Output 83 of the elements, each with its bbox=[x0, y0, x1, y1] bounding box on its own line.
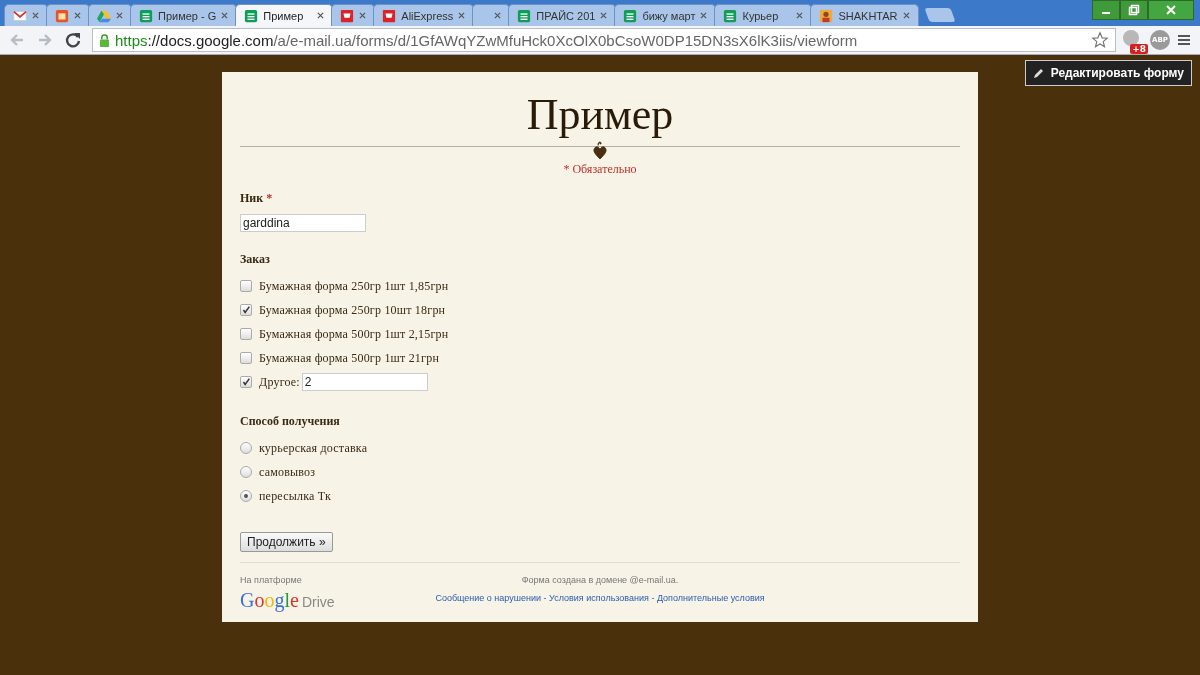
option-label: Другое: bbox=[259, 374, 300, 390]
sheet-icon bbox=[517, 8, 532, 23]
domain-note: Форма создана в домене @e-mail.ua. bbox=[521, 575, 679, 585]
form-title: Пример bbox=[525, 90, 675, 140]
close-icon[interactable] bbox=[317, 12, 325, 19]
browser-tab[interactable]: Курьер bbox=[714, 4, 813, 26]
pencil-icon bbox=[1032, 67, 1045, 79]
drive-label: Drive bbox=[301, 594, 335, 610]
other-input-field[interactable]: 2 bbox=[301, 373, 428, 391]
star-icon[interactable] bbox=[1091, 31, 1109, 49]
close-icon[interactable] bbox=[902, 12, 910, 19]
maximize-button[interactable] bbox=[1120, 0, 1148, 20]
sheet-icon bbox=[623, 8, 638, 23]
image-icon bbox=[819, 8, 834, 23]
close-icon[interactable] bbox=[116, 12, 123, 19]
question-label: Способ получения bbox=[240, 414, 341, 429]
reload-icon[interactable] bbox=[64, 31, 82, 49]
close-icon[interactable] bbox=[796, 12, 804, 19]
footer-link[interactable]: Дополнительные условия bbox=[656, 593, 765, 603]
browser-tab[interactable]: AliExpress bbox=[373, 4, 475, 26]
sheet-icon bbox=[723, 8, 738, 23]
close-icon[interactable] bbox=[458, 12, 466, 19]
link-separator: - bbox=[650, 593, 656, 603]
browser-tab[interactable] bbox=[331, 4, 376, 26]
question-label: Заказ bbox=[240, 252, 271, 267]
close-icon[interactable] bbox=[494, 12, 502, 19]
browser-tab[interactable]: бижу март bbox=[614, 4, 717, 26]
radio-button[interactable] bbox=[240, 442, 252, 454]
browser-tab[interactable] bbox=[46, 4, 90, 26]
menu-icon[interactable] bbox=[1176, 32, 1192, 48]
option-label: пересылка Тк bbox=[259, 488, 331, 504]
continue-button[interactable]: Продолжить » bbox=[240, 532, 333, 552]
required-note: * Обязательно bbox=[562, 162, 638, 177]
radio-button[interactable] bbox=[240, 466, 252, 478]
sheet-icon bbox=[244, 8, 259, 23]
browser-tab[interactable]: Пример bbox=[235, 4, 334, 26]
close-icon[interactable] bbox=[74, 12, 81, 19]
option-label: Бумажная форма 250гр 10шт 18грн bbox=[259, 302, 446, 318]
close-icon bbox=[1165, 4, 1177, 16]
nick-input-field[interactable]: garddina bbox=[240, 214, 366, 232]
google-logo: Google bbox=[240, 589, 299, 612]
platform-label: На платформе bbox=[240, 575, 303, 585]
browser-tab[interactable]: Пример - G bbox=[130, 4, 238, 26]
option-label: Бумажная форма 250гр 1шт 1,85грн bbox=[259, 278, 449, 294]
browser-tab[interactable]: SHAKHTAR bbox=[810, 4, 919, 26]
restore-icon bbox=[1128, 4, 1140, 16]
option-label: Бумажная форма 500гр 1шт 21грн bbox=[259, 350, 439, 366]
close-icon[interactable] bbox=[700, 12, 708, 19]
close-icon[interactable] bbox=[600, 12, 608, 19]
cart-icon bbox=[340, 8, 355, 23]
footer-link[interactable]: Условия использования bbox=[549, 593, 649, 603]
checkbox[interactable] bbox=[240, 304, 252, 316]
close-icon[interactable] bbox=[32, 12, 39, 19]
globe-icon bbox=[1122, 29, 1140, 47]
link-separator: - bbox=[542, 593, 548, 603]
required-mark: * bbox=[266, 191, 273, 205]
mail-icon bbox=[13, 8, 27, 23]
footer-link[interactable]: Сообщение о нарушении bbox=[435, 593, 541, 603]
new-tab-button[interactable] bbox=[924, 8, 956, 22]
cart-icon bbox=[382, 8, 397, 23]
close-icon[interactable] bbox=[221, 12, 229, 19]
sheet-icon bbox=[139, 8, 153, 23]
checkbox[interactable] bbox=[240, 376, 252, 388]
checkbox[interactable] bbox=[240, 328, 252, 340]
minimize-button[interactable] bbox=[1092, 0, 1120, 20]
option-label: самовывоз bbox=[259, 464, 316, 480]
app-icon bbox=[55, 8, 69, 23]
close-icon[interactable] bbox=[359, 12, 367, 19]
checkbox[interactable] bbox=[240, 352, 252, 364]
option-label: курьерская доставка bbox=[259, 440, 368, 456]
option-label: Бумажная форма 500гр 1шт 2,15грн bbox=[259, 326, 449, 342]
edit-form-button[interactable]: Редактировать форму bbox=[1024, 60, 1192, 86]
heart-ornament-icon bbox=[591, 140, 609, 160]
address-bar[interactable]: https://docs.google.com/a/e-mail.ua/forms/d/1GfAWqYZwMfuHck0XcOlX0bCsoW0DP15DN3sX6lK3iis/viewform bbox=[92, 28, 1116, 52]
minimize-icon bbox=[1102, 12, 1110, 14]
checkbox[interactable] bbox=[240, 280, 252, 292]
close-button[interactable] bbox=[1148, 0, 1194, 20]
radio-button[interactable] bbox=[240, 490, 252, 502]
triangle-icon bbox=[97, 8, 111, 23]
lock-icon bbox=[99, 33, 110, 47]
question-label: Ник bbox=[240, 191, 264, 205]
browser-tab[interactable] bbox=[4, 4, 48, 26]
browser-tab[interactable]: ПРАЙС 201 bbox=[508, 4, 617, 26]
